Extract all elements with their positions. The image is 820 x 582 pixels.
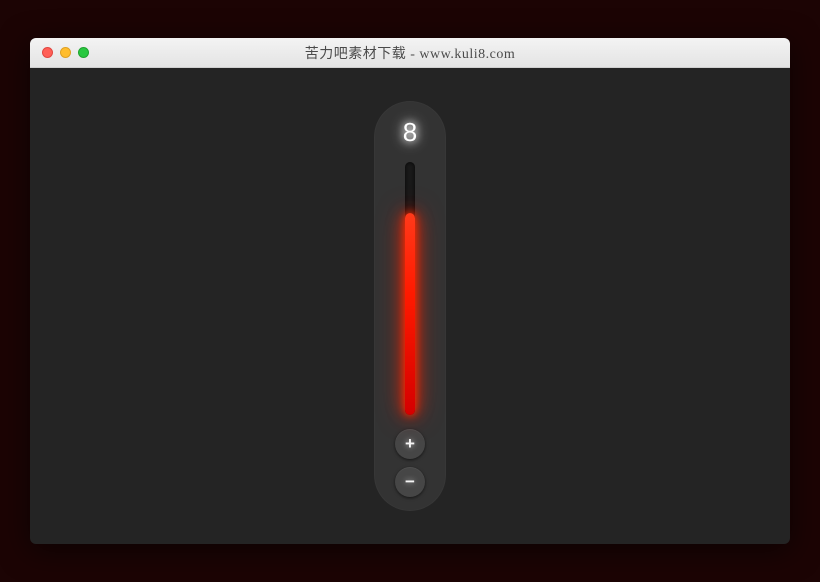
window-title: 苦力吧素材下载 - www.kuli8.com [30,43,790,63]
decrement-button[interactable]: − [395,467,425,497]
slider-track[interactable] [405,162,415,415]
minus-icon: − [405,472,415,492]
slider-fill [405,213,415,415]
vertical-slider: 8 + − [374,101,446,511]
content-area: 8 + − [30,68,790,544]
slider-value: 8 [403,117,417,148]
plus-icon: + [405,434,415,454]
titlebar: 苦力吧素材下载 - www.kuli8.com [30,38,790,68]
increment-button[interactable]: + [395,429,425,459]
browser-window: 苦力吧素材下载 - www.kuli8.com 8 + − [30,38,790,544]
